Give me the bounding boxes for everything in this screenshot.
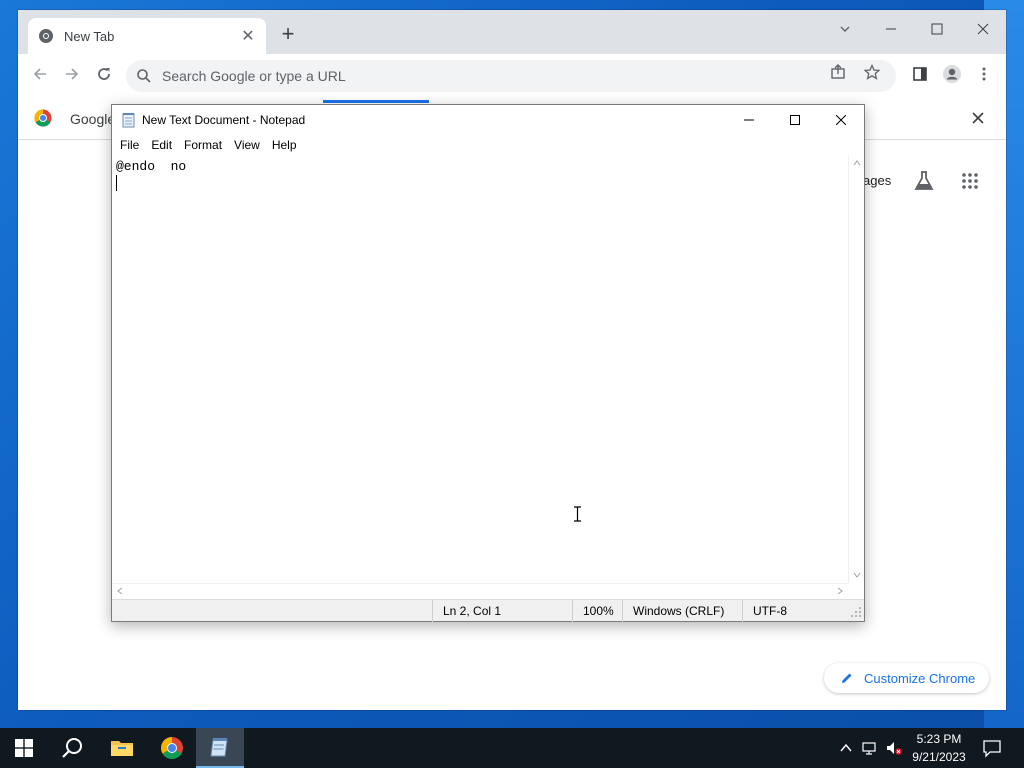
pencil-icon: [842, 673, 852, 683]
folder-icon: [111, 741, 133, 756]
menu-view[interactable]: View: [228, 135, 266, 155]
notepad-window: New Text Document - Notepad File Edit Fo…: [111, 104, 865, 622]
reload-icon[interactable]: [92, 64, 116, 88]
notification-center-icon[interactable]: [982, 738, 1002, 758]
notepad-status-bar: Ln 2, Col 1 100% Windows (CRLF) UTF-8: [112, 599, 864, 622]
scroll-down-arrow-icon[interactable]: [849, 567, 865, 583]
infobar-close-icon[interactable]: [972, 108, 984, 129]
customize-chrome-label: Customize Chrome: [864, 670, 976, 686]
file-explorer-taskbar-button[interactable]: [98, 728, 146, 768]
menu-help[interactable]: Help: [266, 135, 303, 155]
notepad-text-area[interactable]: @endo no: [112, 155, 848, 583]
search-icon: [62, 738, 82, 758]
tab-strip: New Tab ✕ +: [18, 10, 1006, 54]
text-cursor-icon: [574, 506, 581, 522]
menu-format[interactable]: Format: [178, 135, 228, 155]
side-panel-icon[interactable]: [908, 64, 932, 88]
status-line-ending: Windows (CRLF): [622, 600, 742, 622]
omnibox[interactable]: [126, 60, 896, 92]
profile-avatar-icon[interactable]: [940, 64, 964, 88]
notepad-taskbar-button[interactable]: [196, 728, 244, 768]
resize-grip-icon[interactable]: [850, 604, 862, 618]
forward-arrow-icon[interactable]: [60, 64, 84, 88]
notepad-title-bar[interactable]: New Text Document - Notepad: [112, 105, 864, 135]
back-arrow-icon[interactable]: [28, 64, 52, 88]
infobar-text: Google: [70, 111, 116, 127]
taskbar: 5:23 PM 9/21/2023: [0, 728, 1024, 768]
menu-edit[interactable]: Edit: [145, 135, 178, 155]
scroll-up-arrow-icon[interactable]: [849, 155, 865, 171]
status-encoding: UTF-8: [742, 600, 848, 622]
notepad-menu-bar: File Edit Format View Help: [112, 135, 864, 155]
scroll-right-arrow-icon[interactable]: [832, 584, 848, 600]
notepad-title: New Text Document - Notepad: [142, 113, 306, 127]
minimize-button[interactable]: [876, 16, 906, 46]
google-apps-icon[interactable]: [962, 173, 978, 189]
notepad-app-icon: [210, 738, 228, 757]
omnibox-input[interactable]: [162, 68, 762, 84]
volume-muted-icon[interactable]: [886, 740, 902, 756]
chrome-favicon-icon: [39, 29, 53, 43]
system-clock[interactable]: 5:23 PM 9/21/2023: [904, 730, 974, 766]
network-icon[interactable]: [862, 740, 878, 756]
images-link[interactable]: ages: [863, 173, 891, 188]
start-button[interactable]: [0, 728, 48, 768]
status-zoom: 100%: [572, 600, 622, 622]
notepad-app-icon: [122, 113, 135, 128]
chrome-logo-icon: [161, 737, 183, 759]
close-button[interactable]: [968, 16, 998, 46]
vertical-scrollbar[interactable]: [848, 155, 864, 583]
kebab-menu-icon[interactable]: [972, 64, 996, 88]
chrome-taskbar-button[interactable]: [148, 728, 196, 768]
labs-flask-icon[interactable]: [912, 169, 936, 193]
windows-logo-icon: [15, 739, 33, 757]
new-tab-button[interactable]: +: [276, 23, 300, 47]
share-icon[interactable]: [826, 64, 850, 88]
search-taskbar-button[interactable]: [48, 728, 96, 768]
menu-file[interactable]: File: [114, 135, 145, 155]
tab-close-icon[interactable]: ✕: [240, 26, 256, 46]
clock-time: 5:23 PM: [916, 732, 962, 746]
infobar-accent-strip: [323, 100, 429, 103]
tab-search-icon[interactable]: [830, 16, 860, 46]
customize-chrome-button[interactable]: Customize Chrome: [824, 663, 989, 693]
notepad-maximize-button[interactable]: [772, 105, 818, 135]
scroll-left-arrow-icon[interactable]: [112, 584, 128, 600]
clock-date: 9/21/2023: [912, 750, 966, 764]
maximize-button[interactable]: [922, 16, 952, 46]
bookmark-star-icon[interactable]: [860, 63, 884, 88]
notepad-close-button[interactable]: [818, 105, 864, 135]
search-icon: [137, 69, 151, 83]
horizontal-scrollbar[interactable]: [112, 583, 848, 599]
status-position: Ln 2, Col 1: [432, 600, 572, 622]
tab-title: New Tab: [64, 28, 115, 44]
tab-new-tab[interactable]: New Tab ✕: [28, 18, 266, 54]
text-caret: [116, 175, 117, 191]
tray-chevron-up-icon[interactable]: [838, 740, 854, 756]
chrome-logo-icon: [34, 109, 52, 127]
scrollbar-corner: [848, 583, 864, 599]
browser-toolbar: [18, 54, 1006, 98]
notepad-minimize-button[interactable]: [726, 105, 772, 135]
